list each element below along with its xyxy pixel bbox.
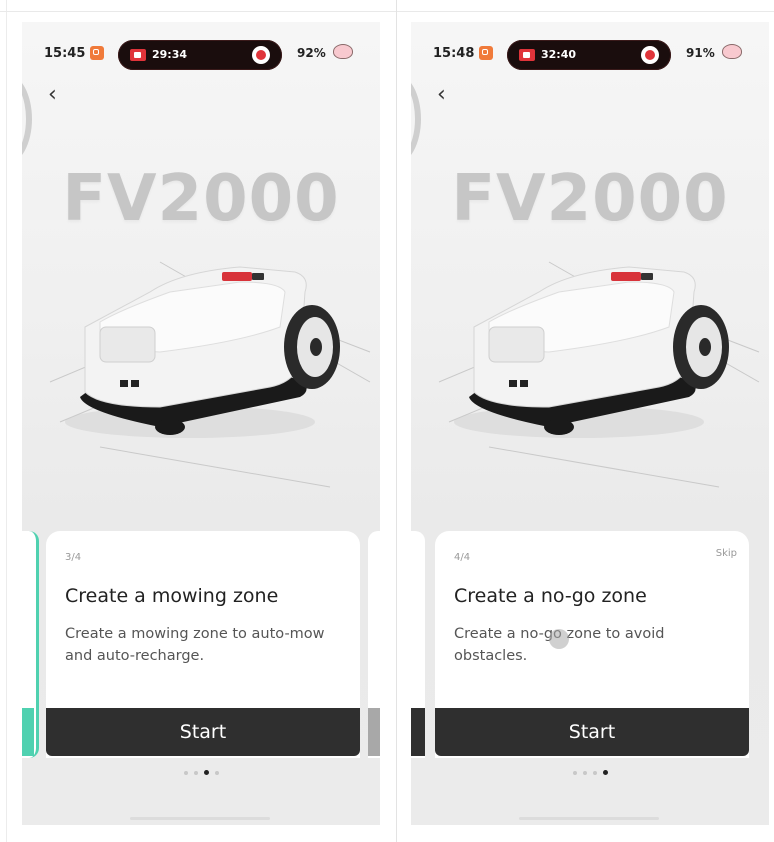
stop-record-button[interactable] [252, 46, 270, 64]
back-button[interactable]: ‹ [48, 84, 57, 106]
start-button[interactable]: Start [46, 708, 360, 756]
prev-card-button-peek [411, 708, 425, 756]
card-title: Create a no-go zone [454, 585, 647, 607]
page-dot-active[interactable] [602, 770, 608, 775]
skip-button[interactable]: Skip [716, 548, 737, 559]
phone-screen-1: 15:45 29:34 92% ‹ FV2000 3/4 Create a mo… [22, 22, 380, 825]
screen-record-icon [130, 49, 146, 61]
chevron-left-icon: ‹ [48, 82, 57, 107]
recording-time: 29:34 [152, 48, 188, 61]
carousel-edge-decoration [22, 74, 32, 164]
next-card-button-peek [368, 708, 380, 756]
pagination-dots [411, 770, 769, 775]
notification-icon [479, 46, 493, 60]
brain-icon [333, 44, 353, 59]
mower-illustration [438, 261, 760, 488]
prev-card-button-peek [22, 708, 34, 756]
page-dot[interactable] [592, 771, 597, 775]
product-title: FV2000 [62, 162, 340, 236]
touch-indicator [549, 629, 569, 649]
phone-screen-2: 15:48 32:40 91% ‹ FV2000 4/4 Skip Create… [411, 22, 769, 825]
battery-level: 91% [686, 46, 715, 60]
status-time: 15:48 [433, 46, 475, 61]
page-divider-top [0, 11, 774, 12]
page-dot[interactable] [582, 771, 587, 775]
brain-icon [722, 44, 742, 59]
step-indicator: 3/4 [65, 552, 82, 563]
page-dot[interactable] [572, 771, 577, 775]
home-indicator[interactable] [519, 817, 659, 820]
status-time: 15:45 [44, 46, 86, 61]
page-divider-left [6, 0, 7, 842]
page-divider-center [396, 0, 397, 842]
product-title: FV2000 [451, 162, 729, 236]
page-dot[interactable] [193, 771, 198, 775]
status-bar: 15:45 29:34 92% [22, 22, 380, 70]
screen-record-icon [519, 49, 535, 61]
screen-record-pill[interactable]: 32:40 [507, 40, 671, 70]
mower-illustration [49, 261, 371, 488]
back-button[interactable]: ‹ [437, 84, 446, 106]
step-indicator: 4/4 [454, 552, 471, 563]
stop-record-button[interactable] [641, 46, 659, 64]
carousel-edge-decoration [411, 74, 421, 164]
card-description: Create a mowing zone to auto-mow and aut… [65, 626, 325, 664]
page-dot[interactable] [214, 771, 219, 775]
screen-record-pill[interactable]: 29:34 [118, 40, 282, 70]
pagination-dots [22, 770, 380, 775]
home-indicator[interactable] [130, 817, 270, 820]
notification-icon [90, 46, 104, 60]
status-bar: 15:48 32:40 91% [411, 22, 769, 70]
start-button[interactable]: Start [435, 708, 749, 756]
page-dot[interactable] [183, 771, 188, 775]
chevron-left-icon: ‹ [437, 82, 446, 107]
battery-level: 92% [297, 46, 326, 60]
card-description: Create a no-go zone to avoid obstacles. [454, 626, 665, 664]
card-title: Create a mowing zone [65, 585, 279, 607]
recording-time: 32:40 [541, 48, 577, 61]
page-dot-active[interactable] [203, 770, 209, 775]
